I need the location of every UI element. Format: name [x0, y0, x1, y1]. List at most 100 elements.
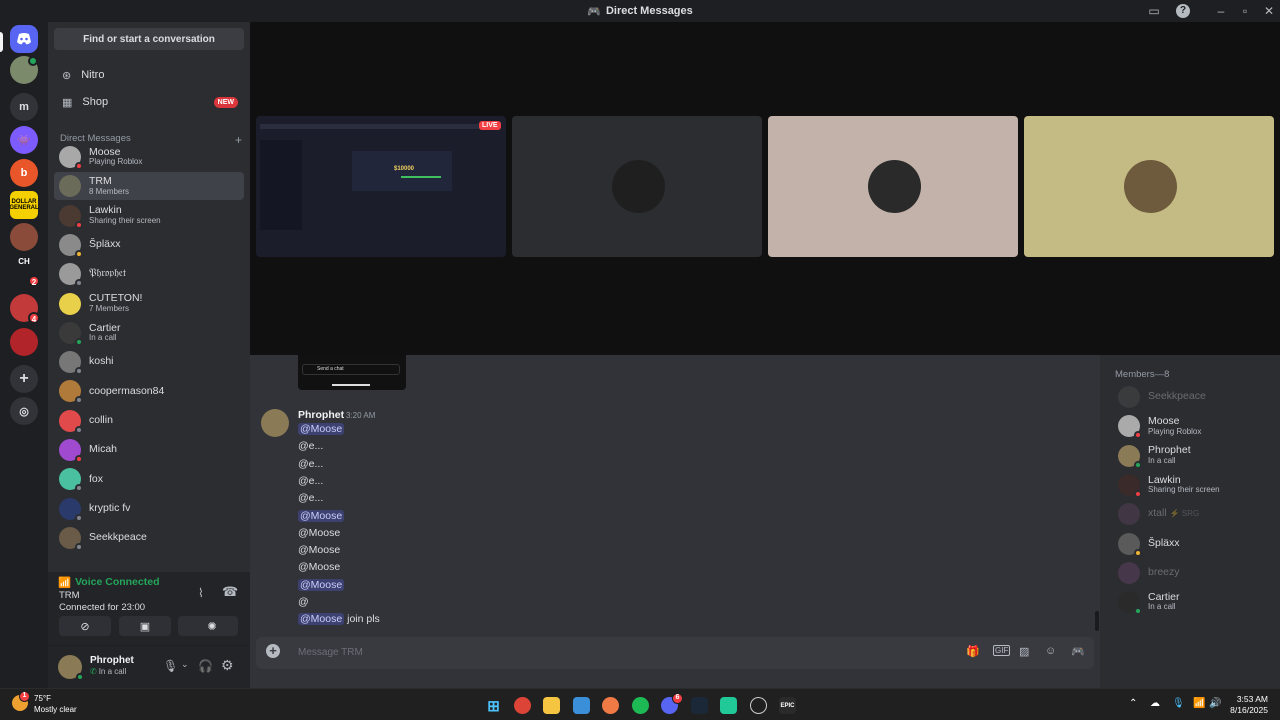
shop-link[interactable]: ▦ Shop NEW — [56, 90, 244, 114]
app-spiral-icon[interactable] — [602, 697, 619, 714]
member-item[interactable]: Moose Playing Roblox — [1118, 413, 1278, 440]
voice-channel[interactable]: TRM — [59, 590, 80, 601]
mic-tray-icon[interactable]: 🎙 — [1172, 698, 1185, 709]
dm-item[interactable]: Micah — [54, 436, 244, 464]
dm-item[interactable]: coopermason84 — [54, 377, 244, 405]
help-icon[interactable]: ? — [1176, 4, 1190, 18]
member-item[interactable]: Seekkpeace — [1118, 384, 1278, 410]
maximize-icon[interactable]: ▫ — [1238, 4, 1252, 18]
server-m[interactable]: m — [10, 93, 38, 121]
clock-date[interactable]: 8/16/2025 — [1224, 705, 1268, 715]
dm-item[interactable]: collin — [54, 407, 244, 435]
add-server-button[interactable]: + — [10, 365, 38, 393]
status-indicator — [75, 455, 83, 463]
dm-item[interactable]: Cartier In a call — [54, 319, 244, 347]
chevron-down-icon[interactable]: ⌄ — [181, 659, 189, 670]
video-tile-4[interactable] — [1024, 116, 1274, 257]
dm-item[interactable]: kryptic fv — [54, 495, 244, 523]
video-tile-2[interactable] — [512, 116, 762, 257]
dm-item[interactable]: Seekkpeace — [54, 524, 244, 552]
wifi-icon[interactable]: 📶 — [1193, 698, 1205, 709]
dm-avatar — [59, 497, 83, 522]
nitro-link[interactable]: ⊛ Nitro — [56, 63, 244, 87]
emoji-icon[interactable]: ☺ — [1045, 645, 1056, 657]
mention[interactable]: @Moose — [298, 578, 345, 591]
dm-avatar — [59, 204, 83, 229]
dm-avatar — [59, 439, 83, 463]
explore-button[interactable]: ◎ — [10, 397, 38, 425]
attach-plus-icon[interactable]: + — [266, 644, 280, 658]
gift-icon[interactable]: 🎁 — [966, 645, 980, 658]
weather-temp[interactable]: 75°F — [34, 694, 51, 703]
noise-suppression-icon[interactable]: ⌇ — [198, 586, 204, 600]
author-avatar[interactable] — [261, 409, 289, 437]
minimize-icon[interactable]: – — [1214, 4, 1228, 18]
dm-item[interactable]: Lawkin Sharing their screen — [54, 202, 244, 230]
inbox-icon[interactable]: ▭ — [1147, 4, 1161, 18]
app-green-icon[interactable] — [720, 697, 737, 714]
dm-item[interactable]: koshi — [54, 348, 244, 376]
soundboard-button[interactable]: ✺ — [186, 616, 238, 636]
screen-share-button[interactable]: ▣ — [119, 616, 171, 636]
dm-item[interactable]: TRM 8 Members — [54, 172, 244, 201]
chat-scrollbar[interactable] — [1095, 611, 1099, 631]
dm-item[interactable]: 𝔓𝔥𝔯𝔬𝔭𝔥𝔢𝔱 — [54, 260, 244, 288]
message-input[interactable]: + Message TRM 🎁 GIF ▨ ☺ 🎮 — [256, 637, 1094, 669]
dm-subtext: 8 Members — [89, 186, 130, 196]
video-tile-3[interactable] — [768, 116, 1018, 257]
server-avatar-4[interactable] — [10, 328, 38, 356]
message-line: @e... — [298, 475, 323, 487]
search-button[interactable]: Find or start a conversation — [54, 28, 244, 50]
server-twitch[interactable]: 👾 — [10, 126, 38, 154]
voice-status[interactable]: 📶 Voice Connected — [58, 576, 159, 589]
dm-item[interactable]: Moose Playing Roblox — [54, 143, 244, 171]
disconnect-icon[interactable]: ☎ — [222, 584, 238, 600]
server-ch[interactable]: CH — [10, 251, 38, 271]
dm-item[interactable]: CUTETON! 7 Members — [54, 290, 244, 318]
member-item[interactable]: breezy — [1118, 560, 1278, 586]
member-avatar — [1118, 415, 1142, 440]
headphones-icon[interactable]: 🎧 — [198, 659, 213, 673]
stream-tile[interactable]: $10000 LIVE — [256, 116, 506, 257]
steam-icon[interactable] — [691, 697, 708, 714]
apps-icon[interactable]: 🎮 — [1071, 645, 1085, 658]
clock-time[interactable]: 3:53 AM — [1236, 694, 1268, 704]
photos-icon[interactable] — [573, 697, 590, 714]
message-author[interactable]: Phrophet — [298, 409, 344, 421]
dm-item[interactable]: Špläxx — [54, 231, 244, 259]
mention[interactable]: @Moose — [298, 613, 345, 626]
server-b[interactable]: b — [10, 159, 38, 187]
member-item[interactable]: xtall ⚡ SRG — [1118, 501, 1278, 527]
member-item[interactable]: Špläxx — [1118, 531, 1278, 557]
mention[interactable]: @Moose — [298, 509, 345, 522]
gif-icon[interactable]: GIF — [993, 645, 1011, 656]
app-circle-icon[interactable] — [750, 697, 767, 714]
server-dollar-general[interactable]: DOLLAR GENERAL — [10, 191, 38, 219]
mention[interactable]: @Moose — [298, 423, 345, 435]
member-activity: In a call — [1148, 455, 1176, 465]
windows-start-icon[interactable]: ⊞ — [485, 697, 502, 715]
dm-item[interactable]: fox — [54, 465, 244, 493]
home-button[interactable] — [10, 25, 38, 53]
onedrive-icon[interactable]: ☁ — [1150, 698, 1160, 709]
volume-icon[interactable]: 🔊 — [1209, 698, 1221, 709]
embed-preview[interactable]: Send a chat — [298, 355, 406, 390]
epic-games-icon[interactable]: EPIC — [779, 697, 796, 714]
user-avatar[interactable] — [58, 655, 84, 681]
microphone-icon[interactable]: 🎙 — [163, 659, 178, 673]
member-item[interactable]: Phrophet In a call — [1118, 443, 1278, 469]
member-item[interactable]: Cartier In a call — [1118, 589, 1278, 616]
camera-button[interactable]: ⊘ — [59, 616, 111, 636]
message-line: @e... — [298, 492, 323, 504]
member-item[interactable]: Lawkin Sharing their screen — [1118, 472, 1278, 498]
tray-chevron-up-icon[interactable]: ⌃ — [1129, 698, 1137, 709]
settings-gear-icon[interactable]: ⚙ — [221, 657, 234, 674]
chrome-icon[interactable] — [514, 697, 531, 714]
file-explorer-icon[interactable] — [543, 697, 560, 714]
spotify-icon[interactable] — [632, 697, 649, 714]
close-icon[interactable]: ✕ — [1262, 4, 1276, 18]
server-avatar-2[interactable] — [10, 223, 38, 251]
chat-area: Send a chat Phrophet 3:20 AM @Moose @e...… — [250, 355, 1100, 688]
sticker-icon[interactable]: ▨ — [1019, 645, 1029, 658]
username[interactable]: Phrophet — [90, 655, 134, 666]
